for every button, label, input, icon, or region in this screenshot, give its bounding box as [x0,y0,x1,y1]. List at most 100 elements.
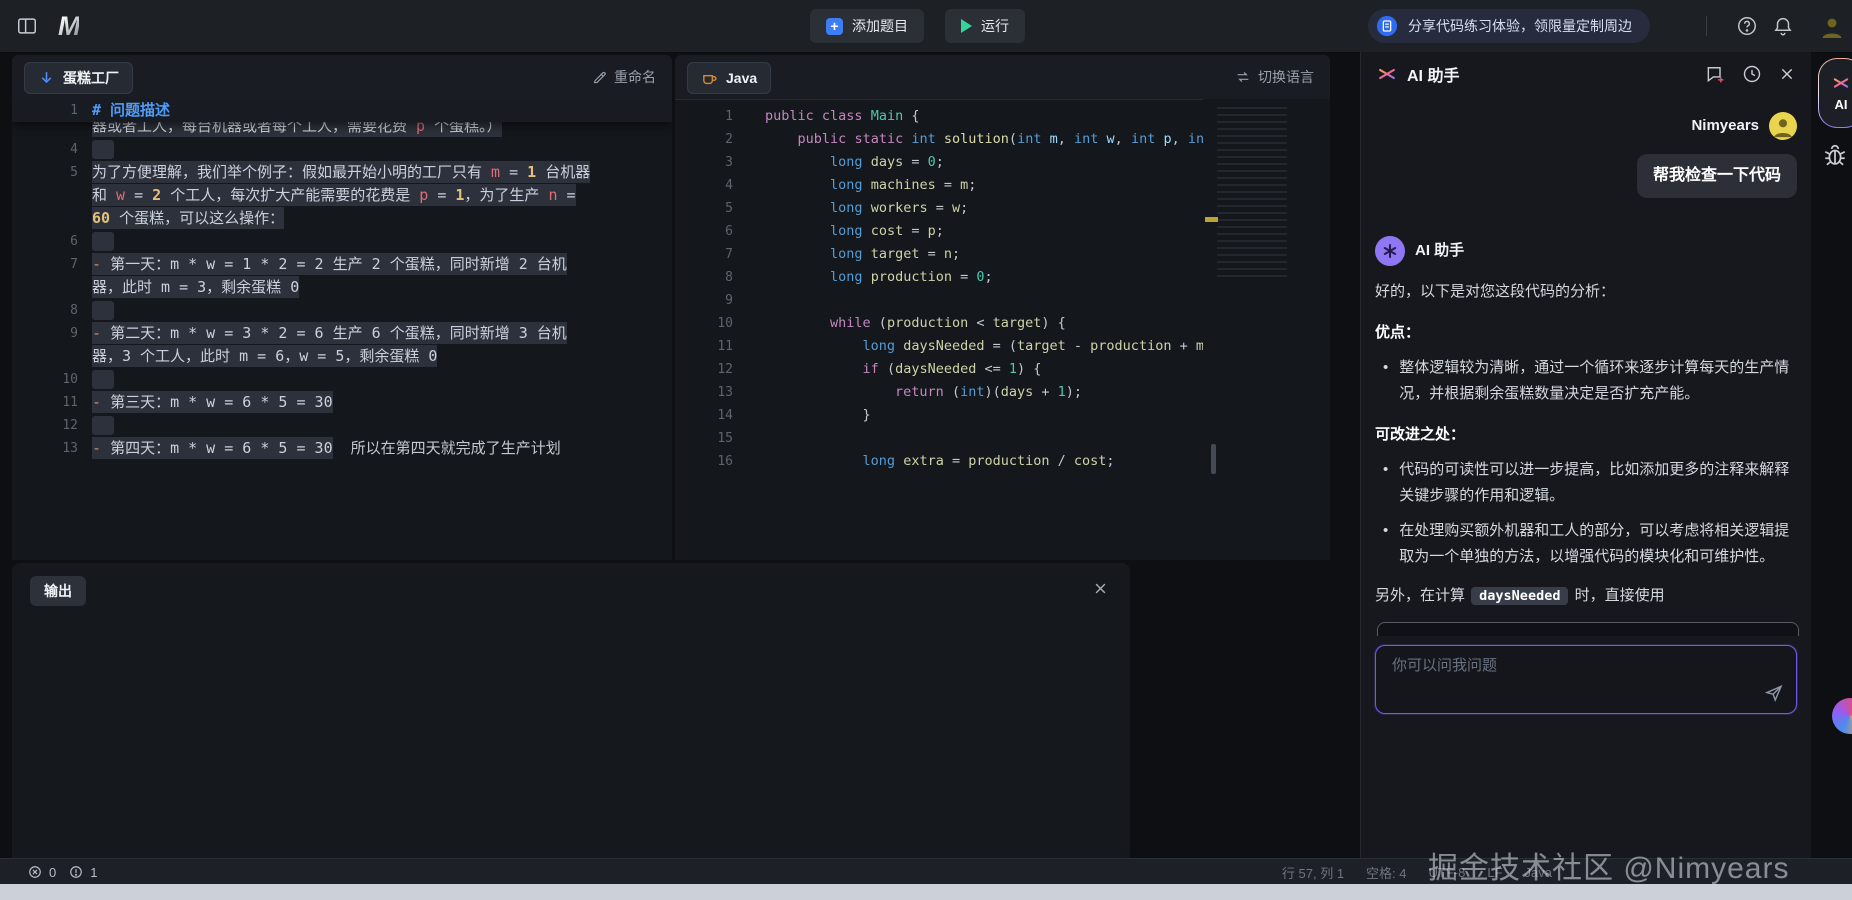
ai-panel-title: AI 助手 [1407,62,1459,86]
history-clock-icon[interactable] [1742,64,1762,84]
problem-editor-line[interactable]: 6 [12,230,672,253]
watermark: 掘金技术社区 @Nimyears [1428,843,1789,887]
problem-editor-line[interactable]: 9- 第二天：m * w = 3 * 2 = 6 生产 6 个蛋糕，同时新增 3… [12,322,672,345]
line-number: 15 [675,427,747,450]
line-number: 13 [675,381,747,404]
line-content [92,230,672,253]
ai-panel-header: AI 助手 [1361,52,1811,96]
close-output-icon[interactable] [1093,581,1108,596]
problem-editor-line[interactable]: 5为了方便理解，我们举个例子：假如最开始小明的工厂只有 m = 1 台机器 [12,161,672,184]
add-problem-button[interactable]: 添加题目 [810,9,924,43]
rename-label: 重命名 [614,67,656,87]
output-tab[interactable]: 输出 [30,576,86,606]
debug-bug-icon[interactable] [1822,142,1848,168]
send-icon[interactable] [1764,683,1784,703]
rename-button[interactable]: 重命名 [592,67,656,87]
line-number [12,207,92,230]
panel-toggle-icon[interactable] [16,15,38,37]
scrollbar-thumb[interactable] [1211,444,1216,474]
ai-message-block: 优点： [1375,320,1797,346]
ai-assistant-panel: AI 助手 [1360,52,1811,858]
bullet-icon: • [1383,457,1388,509]
user-avatar-small [1769,112,1797,140]
problem-editor-line[interactable]: 和 w = 2 个工人，每次扩大产能需要的花费是 p = 1，为了生产 n = [12,184,672,207]
line-number: 13 [12,437,92,460]
line-content [92,299,672,322]
line-content: - 第一天：m * w = 1 * 2 = 2 生产 2 个蛋糕，同时新增 2 … [92,253,672,276]
problem-editor-line[interactable]: 器，此时 m = 3，剩余蛋糕 0 [12,276,672,299]
problem-editor-line[interactable]: 4 [12,138,672,161]
line-content: 器，3 个工人，此时 m = 6，w = 5，剩余蛋糕 0 [92,345,672,368]
plus-icon [826,18,843,35]
line-number: 1 [12,99,92,122]
help-icon[interactable] [1736,15,1758,37]
line-number: 6 [12,230,92,253]
ai-floating-pill[interactable]: AI [1818,58,1852,128]
cursor-position[interactable]: 行 57, 列 1 [1282,863,1344,882]
switch-language-button[interactable]: 切换语言 [1235,67,1314,87]
problem-editor-line[interactable]: 1# 问题描述 [12,99,672,122]
problem-editor-line[interactable]: 7- 第一天：m * w = 1 * 2 = 2 生产 2 个蛋糕，同时新增 2… [12,253,672,276]
indent-setting[interactable]: 空格: 4 [1366,863,1406,882]
user-message-header: Nimyears [1375,112,1797,140]
line-content: 器，此时 m = 3，剩余蛋糕 0 [92,276,672,299]
ai-question-input[interactable] [1390,656,1752,675]
notifications-bell-icon[interactable] [1772,15,1794,37]
problem-editor-line[interactable]: 10 [12,368,672,391]
download-arrow-icon [38,70,55,87]
line-number: 12 [675,358,747,381]
inline-code-chip: daysNeeded [1471,587,1568,605]
bullet-icon: • [1383,355,1388,407]
line-content: - 第三天：m * w = 6 * 5 = 30 [92,391,672,414]
line-number: 1 [675,105,747,128]
new-chat-icon[interactable] [1705,64,1725,84]
line-number: 2 [675,128,747,151]
app-logo[interactable]: M [58,11,79,42]
ai-input-box[interactable] [1375,645,1797,714]
problem-editor-line[interactable]: 11- 第三天：m * w = 6 * 5 = 30 [12,391,672,414]
ai-message-block: •整体逻辑较为清晰，通过一个循环来逐步计算每天的生产情况，并根据剩余蛋糕数量决定… [1375,355,1797,407]
line-number: 9 [675,289,747,312]
warnings-count: 1 [90,865,97,880]
problem-editor-line[interactable]: 12 [12,414,672,437]
chat-area[interactable]: Nimyears 帮我检查一下代码 AI 助手 好的，以下是对您这段代码的 [1375,96,1797,643]
switch-language-label: 切换语言 [1258,67,1314,87]
code-tab-title: Java [726,70,757,86]
close-ai-panel-icon[interactable] [1779,66,1795,82]
ai-message-block: •在处理购买额外机器和工人的部分，可以考虑将相关逻辑提取为一个单独的方法，以增强… [1375,518,1797,570]
code-minimap[interactable] [1203,99,1330,560]
line-number: 8 [675,266,747,289]
line-number: 11 [675,335,747,358]
problem-editor[interactable]: 1# 问题描述器或者工人，每台机器或者每个工人，需要花费 p 个蛋糕。）45为了… [12,99,672,560]
problem-editor-line[interactable]: 器，3 个工人，此时 m = 6，w = 5，剩余蛋糕 0 [12,345,672,368]
errors-count: 0 [49,865,56,880]
warnings-icon[interactable] [69,865,83,879]
errors-icon[interactable] [28,865,42,879]
line-number: 4 [12,138,92,161]
ai-message-header: AI 助手 [1375,236,1797,266]
floating-assistant-ball[interactable] [1832,698,1852,734]
problem-editor-line[interactable]: 8 [12,299,672,322]
line-content: - 第二天：m * w = 3 * 2 = 6 生产 6 个蛋糕，同时新增 3 … [92,322,672,345]
ai-name: AI 助手 [1415,238,1464,264]
problem-panel-header: 蛋糕工厂 重命名 [12,55,672,100]
run-button[interactable]: 运行 [945,9,1025,43]
user-message-bubble: 帮我检查一下代码 [1375,154,1797,198]
promo-banner[interactable]: 分享代码练习体验，领限量定制周边 [1368,9,1650,43]
problem-tab[interactable]: 蛋糕工厂 [24,62,133,94]
problem-editor-line[interactable]: 器或者工人，每台机器或者每个工人，需要花费 p 个蛋糕。） [12,122,672,138]
problem-editor-line[interactable]: 60 个蛋糕，可以这么操作： [12,207,672,230]
problem-editor-line[interactable]: 13- 第四天：m * w = 6 * 5 = 30 所以在第四天就完成了生产计… [12,437,672,460]
line-number: 3 [675,151,747,174]
line-content: # 问题描述 [92,99,672,122]
line-number [12,276,92,299]
output-panel: 输出 [12,563,1130,858]
language-tab-java[interactable]: Java [687,62,771,94]
line-number: 16 [675,450,747,473]
code-panel-header: Java 切换语言 [675,55,1330,100]
line-number: 11 [12,391,92,414]
line-number: 14 [675,404,747,427]
minimap-content [1217,107,1287,277]
problem-tab-title: 蛋糕工厂 [63,68,119,88]
doc-icon [1376,15,1398,37]
